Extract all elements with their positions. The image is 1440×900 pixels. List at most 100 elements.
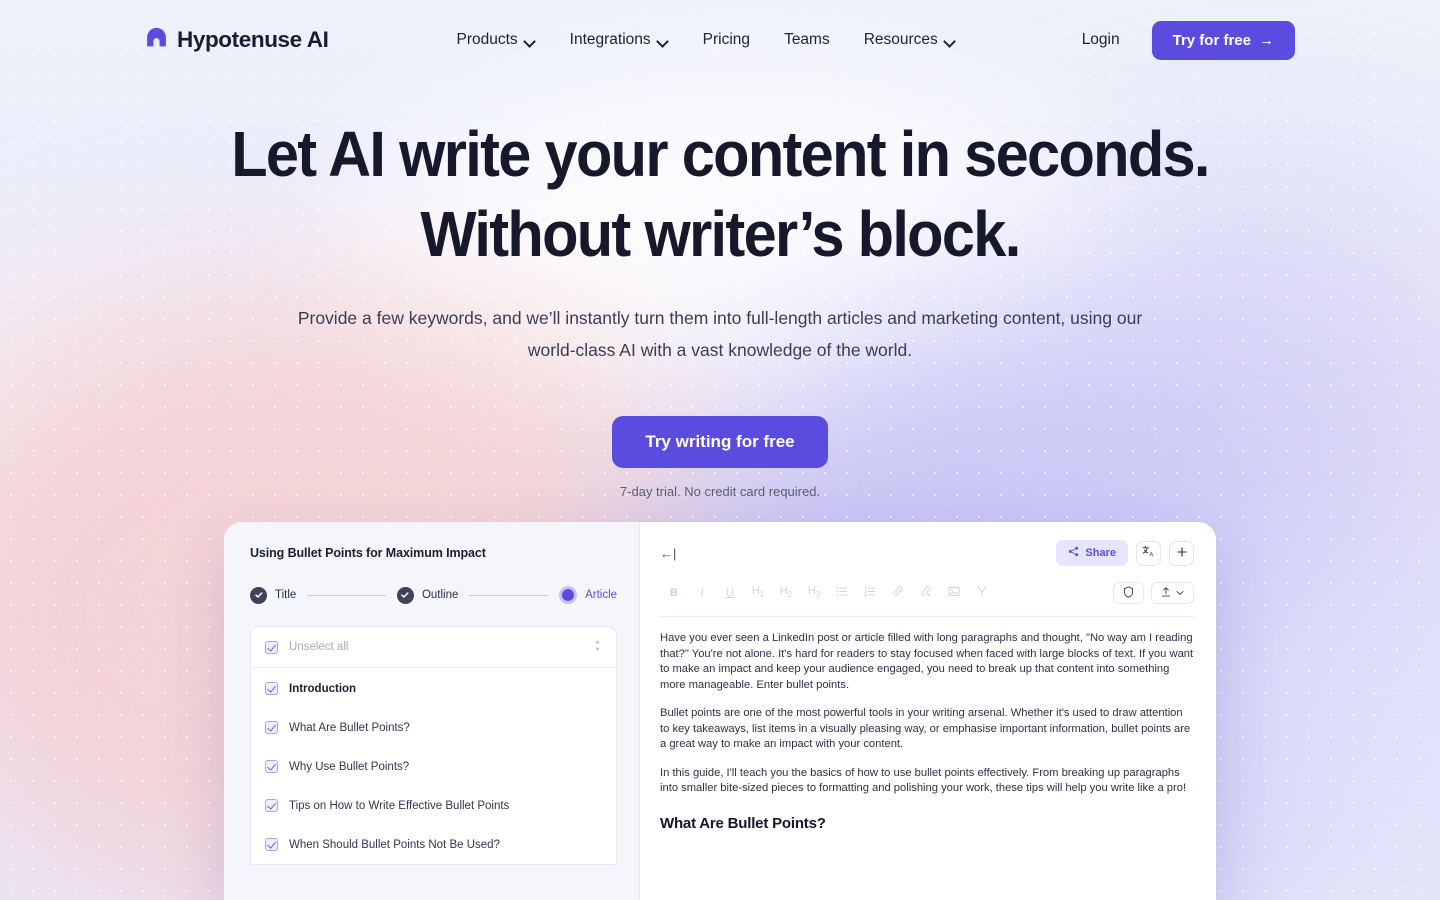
- editor-paragraph-3: In this guide, I'll teach you the basics…: [660, 766, 1187, 795]
- heading-1-tool[interactable]: H1: [744, 584, 772, 602]
- outline-item-label: What Are Bullet Points?: [289, 721, 410, 734]
- arrow-right-icon: →: [1259, 31, 1274, 49]
- chevron-down-icon: [1176, 588, 1184, 599]
- link-tool[interactable]: [884, 585, 912, 601]
- outline-panel: Using Bullet Points for Maximum Impact T…: [224, 522, 640, 900]
- editor-right-tools: [1113, 582, 1194, 604]
- main-nav: Products Integrations Pricing Teams Reso…: [457, 31, 956, 49]
- share-button[interactable]: Share: [1056, 540, 1128, 566]
- step-article[interactable]: Article: [559, 586, 617, 604]
- outline-item-checkbox[interactable]: [265, 721, 278, 734]
- editor-paragraph-1: Have you ever seen a LinkedIn post or ar…: [660, 632, 1194, 691]
- outline-item-when-not-used[interactable]: When Should Bullet Points Not Be Used?: [251, 825, 616, 864]
- outline-item-checkbox[interactable]: [265, 838, 278, 851]
- share-icon: [1068, 546, 1079, 560]
- editor-content[interactable]: Have you ever seen a LinkedIn post or ar…: [660, 617, 1194, 832]
- outline-item-label: Tips on How to Write Effective Bullet Po…: [289, 799, 510, 812]
- nav-item-teams[interactable]: Teams: [784, 31, 830, 49]
- header-actions: Login Try for free →: [1082, 20, 1295, 60]
- bold-tool[interactable]: B: [660, 586, 688, 600]
- formatting-toolbar: B I U H1 H2 H3: [660, 582, 1194, 617]
- outline-item-checkbox[interactable]: [265, 682, 278, 695]
- shield-icon: [1123, 585, 1134, 601]
- outline-item-checkbox[interactable]: [265, 799, 278, 812]
- numbered-list-tool[interactable]: [856, 586, 884, 601]
- sort-chevrons-icon[interactable]: [593, 639, 602, 655]
- step-outline[interactable]: Outline: [396, 586, 459, 604]
- italic-tool[interactable]: I: [688, 586, 716, 600]
- outline-item-label: Why Use Bullet Points?: [289, 760, 410, 773]
- outline-item-checkbox[interactable]: [265, 760, 278, 773]
- plagiarism-shield-button[interactable]: [1113, 582, 1144, 604]
- trial-note: 7-day trial. No credit card required.: [619, 484, 821, 499]
- add-button[interactable]: [1169, 540, 1194, 566]
- progress-stepper: Title Outline Article: [250, 586, 617, 604]
- plus-icon: [1176, 546, 1188, 561]
- chevron-down-icon: [525, 36, 536, 47]
- unselect-all-checkbox[interactable]: [265, 640, 278, 654]
- step-label-article: Article: [585, 589, 618, 601]
- outline-item-tips-effective-bullet-points[interactable]: Tips on How to Write Effective Bullet Po…: [251, 786, 616, 825]
- try-for-free-label: Try for free: [1172, 31, 1251, 49]
- upload-icon: [1161, 586, 1171, 601]
- clear-format-tool[interactable]: [968, 585, 996, 601]
- nav-item-resources[interactable]: Resources: [864, 31, 956, 49]
- step-connector: [469, 594, 549, 596]
- brand-name: Hypotenuse AI: [177, 27, 329, 52]
- translate-icon-button[interactable]: A: [1136, 540, 1161, 566]
- chevron-down-icon: [658, 36, 669, 47]
- heading-2-tool[interactable]: H2: [772, 584, 800, 602]
- editor-topbar: ←| Share A: [660, 538, 1194, 568]
- unselect-all-label: Unselect all: [289, 641, 349, 653]
- nav-item-integrations[interactable]: Integrations: [570, 31, 669, 49]
- hero-subtitle: Provide a few keywords, and we’ll instan…: [297, 308, 1143, 360]
- editor-topbar-actions: Share A: [1056, 540, 1194, 566]
- check-circle-icon: [396, 586, 414, 604]
- step-label-title: Title: [275, 589, 297, 601]
- hero-title-line-2: Without writer’s block.: [420, 198, 1021, 270]
- share-label: Share: [1085, 547, 1116, 559]
- nav-label-products: Products: [456, 31, 518, 48]
- app-preview-mockup: Using Bullet Points for Maximum Impact T…: [224, 522, 1216, 900]
- outline-item-label: When Should Bullet Points Not Be Used?: [289, 838, 500, 851]
- nav-item-products[interactable]: Products: [457, 31, 536, 49]
- try-for-free-button[interactable]: Try for free →: [1151, 20, 1295, 60]
- editor-panel: ←| Share A B I U H1 H2 H3 Have you ever …: [640, 522, 1216, 900]
- outline-header-row[interactable]: Unselect all: [251, 627, 616, 668]
- brand-logo[interactable]: Hypotenuse AI: [145, 26, 329, 54]
- chevron-down-icon: [945, 36, 956, 47]
- hypotenuse-arch-logo-icon: [145, 26, 168, 54]
- active-step-dot-icon: [559, 586, 578, 604]
- outline-item-why-use-bullet-points[interactable]: Why Use Bullet Points?: [251, 747, 616, 786]
- step-label-outline: Outline: [421, 589, 459, 601]
- step-title[interactable]: Title: [250, 586, 297, 604]
- hero-title-line-1: Let AI write your content in seconds.: [231, 118, 1210, 190]
- svg-text:A: A: [1149, 553, 1153, 558]
- nav-label-pricing: Pricing: [702, 31, 751, 48]
- login-link[interactable]: Login: [1082, 31, 1120, 49]
- outline-item-what-are-bullet-points[interactable]: What Are Bullet Points?: [251, 708, 616, 747]
- nav-item-pricing[interactable]: Pricing: [703, 31, 750, 49]
- nav-label-integrations: Integrations: [569, 31, 651, 48]
- nav-label-resources: Resources: [863, 31, 938, 48]
- image-tool[interactable]: [940, 586, 968, 601]
- site-header: Hypotenuse AI Products Integrations Pric…: [0, 0, 1440, 80]
- outline-item-label: Introduction: [289, 682, 357, 695]
- export-button[interactable]: [1151, 582, 1194, 604]
- editor-heading: What Are Bullet Points?: [660, 814, 826, 832]
- hero-cta-group: Try writing for free 7-day trial. No cre…: [0, 416, 1440, 499]
- step-connector: [307, 594, 386, 596]
- check-circle-icon: [250, 586, 267, 604]
- underline-tool[interactable]: U: [716, 586, 744, 600]
- outline-list-card: Unselect all Introduction What Are Bulle…: [250, 626, 617, 865]
- back-arrow-icon[interactable]: ←|: [660, 546, 676, 561]
- hero-section: Let AI write your content in seconds. Wi…: [0, 80, 1440, 499]
- page-title: Let AI write your content in seconds. Wi…: [50, 122, 1389, 266]
- bullet-list-tool[interactable]: [828, 586, 856, 601]
- unlink-tool[interactable]: [912, 585, 940, 601]
- heading-3-tool[interactable]: H3: [800, 584, 828, 602]
- nav-label-teams: Teams: [784, 31, 830, 48]
- outline-item-introduction[interactable]: Introduction: [251, 668, 616, 708]
- translate-icon: A: [1142, 545, 1155, 561]
- try-writing-for-free-button[interactable]: Try writing for free: [612, 416, 828, 468]
